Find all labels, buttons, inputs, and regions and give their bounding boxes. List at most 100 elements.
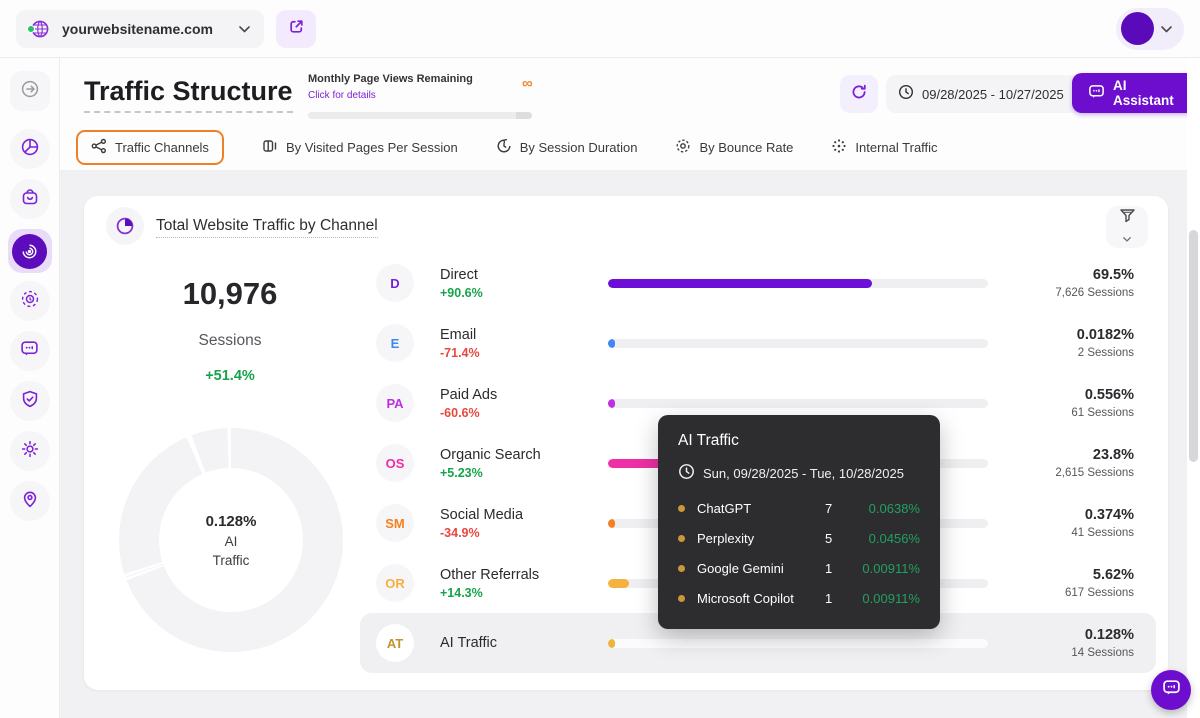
chat-icon (1088, 83, 1105, 103)
external-link-icon (288, 18, 305, 40)
feedback-chat-button[interactable] (1151, 670, 1191, 710)
infinity-icon: ∞ (522, 75, 533, 92)
pages-icon (262, 138, 278, 157)
sidebar-item-traffic-active[interactable] (8, 229, 52, 273)
channel-sessions: 2 Sessions (988, 347, 1134, 359)
channel-percent: 0.374% (988, 507, 1134, 523)
channel-change: -34.9% (440, 526, 608, 540)
donut-center-label: 0.128% AI Traffic (159, 468, 303, 612)
channel-avatar: OR (376, 564, 414, 602)
channel-name: Other Referrals (440, 567, 608, 583)
quota-widget: Monthly Page Views Remaining Click for d… (308, 73, 532, 119)
channel-bar-fill (608, 519, 615, 528)
total-sessions-label: Sessions (84, 332, 376, 350)
tab-visited-pages[interactable]: By Visited Pages Per Session (262, 130, 458, 165)
tab-internal-traffic[interactable]: Internal Traffic (831, 130, 937, 165)
bullet-icon (678, 535, 685, 542)
chat-icon (20, 339, 39, 363)
dashed-clock-icon (20, 289, 40, 314)
channel-percent: 5.62% (988, 567, 1134, 583)
shield-check-icon (20, 389, 40, 414)
channel-sessions: 14 Sessions (988, 647, 1134, 659)
quota-progress-bar (308, 112, 532, 119)
sidebar-item-security[interactable] (10, 381, 50, 421)
refresh-icon (850, 83, 868, 106)
content-area: Total Website Traffic by Channel 10,976 … (60, 170, 1200, 718)
pie-icon (106, 207, 144, 245)
traffic-donut-chart[interactable]: 0.128% AI Traffic (119, 428, 343, 652)
tab-bounce-rate[interactable]: By Bounce Rate (675, 130, 793, 165)
sidebar-item-sessions[interactable] (10, 281, 50, 321)
traffic-by-channel-card: Total Website Traffic by Channel 10,976 … (84, 196, 1168, 690)
burst-icon (831, 138, 847, 157)
channel-percent: 0.556% (988, 387, 1134, 403)
channel-row-email[interactable]: E Email -71.4% 0.0182% 2 Sessions (360, 313, 1156, 373)
sidebar-item-expand[interactable] (10, 71, 50, 111)
ai-traffic-tooltip: AI Traffic Sun, 09/28/2025 - Tue, 10/28/… (658, 415, 940, 629)
scrollbar-thumb[interactable] (1189, 230, 1198, 462)
channel-name: Direct (440, 267, 608, 283)
tab-session-duration[interactable]: By Session Duration (496, 130, 638, 165)
clock-icon (678, 463, 695, 483)
chevron-down-icon (1123, 229, 1131, 247)
sidebar-nav (0, 58, 60, 718)
tooltip-row-perplexity: Perplexity 5 0.0456% (678, 523, 920, 553)
user-menu[interactable] (1116, 8, 1184, 50)
chevron-down-icon (239, 20, 250, 38)
channel-change: +90.6% (440, 286, 608, 300)
quota-label: Monthly Page Views Remaining (308, 73, 532, 85)
date-range-picker[interactable]: 09/28/2025 - 10/27/2025 (886, 75, 1093, 113)
tab-label: By Session Duration (520, 140, 638, 155)
tooltip-row-microsoft-copilot: Microsoft Copilot 1 0.00911% (678, 583, 920, 613)
sidebar-item-events[interactable] (10, 331, 50, 371)
channel-bar-fill (608, 639, 615, 648)
tab-label: Traffic Channels (115, 140, 209, 155)
tab-label: Internal Traffic (855, 140, 937, 155)
bullet-icon (678, 595, 685, 602)
open-website-button[interactable] (276, 10, 316, 48)
refresh-button[interactable] (840, 75, 878, 113)
sidebar-item-settings[interactable] (10, 431, 50, 471)
channel-percent: 0.0182% (988, 327, 1134, 343)
ai-assistant-button[interactable]: AI Assistant (1072, 73, 1200, 113)
target-icon (675, 138, 691, 157)
filter-button[interactable] (1106, 206, 1148, 248)
sidebar-item-dashboard[interactable] (10, 129, 50, 169)
channel-sessions: 617 Sessions (988, 587, 1134, 599)
app-root: yourwebsitename.com (0, 0, 1200, 718)
avatar (1121, 12, 1154, 45)
channel-bar-track (608, 279, 988, 288)
channel-name: Social Media (440, 507, 608, 523)
channel-row-direct[interactable]: D Direct +90.6% 69.5% 7,626 Sessions (360, 253, 1156, 313)
channel-change: -60.6% (440, 406, 608, 420)
channel-avatar: AT (376, 624, 414, 662)
website-selector[interactable]: yourwebsitename.com (16, 10, 264, 48)
channel-bar-fill (608, 399, 615, 408)
page-title: Traffic Structure (84, 76, 293, 107)
channel-avatar: OS (376, 444, 414, 482)
channel-bar-track (608, 639, 988, 648)
tooltip-title: AI Traffic (678, 432, 920, 450)
channel-change: -71.4% (440, 346, 608, 360)
scrollbar-track (1187, 58, 1200, 718)
channel-avatar: E (376, 324, 414, 362)
clock-icon (898, 84, 914, 105)
channel-sessions: 2,615 Sessions (988, 467, 1134, 479)
status-dot (27, 25, 35, 33)
radar-traffic-icon (12, 234, 47, 269)
channel-avatar: SM (376, 504, 414, 542)
sidebar-item-geo[interactable] (10, 481, 50, 521)
bullet-icon (678, 505, 685, 512)
tab-traffic-channels[interactable]: Traffic Channels (76, 130, 224, 165)
quota-details-link[interactable]: Click for details (308, 90, 376, 101)
channel-name: AI Traffic (440, 635, 608, 651)
chevron-down-icon (1161, 20, 1172, 38)
channel-name: Organic Search (440, 447, 608, 463)
total-summary: 10,976 Sessions +51.4% (84, 276, 376, 384)
bullet-icon (678, 565, 685, 572)
tab-label: By Bounce Rate (699, 140, 793, 155)
tab-label: By Visited Pages Per Session (286, 140, 458, 155)
channel-percent: 23.8% (988, 447, 1134, 463)
total-change-badge: +51.4% (84, 368, 376, 384)
sidebar-item-ecommerce[interactable] (10, 179, 50, 219)
